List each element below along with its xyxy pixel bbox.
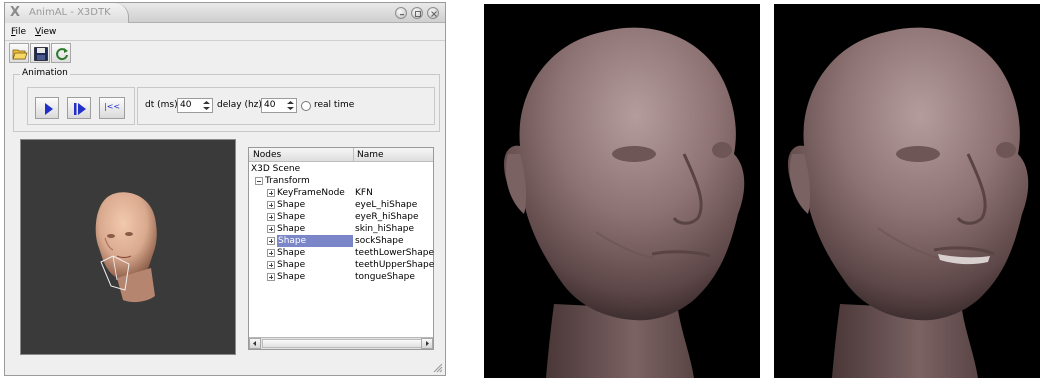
tree-node-name: KFN [355, 188, 373, 198]
tree-row[interactable]: Shape skin_hiShape [249, 223, 433, 235]
expand-icon[interactable] [267, 273, 275, 281]
arrow-left-icon [253, 341, 256, 346]
x-logo-icon: X [10, 5, 21, 20]
title-tab: X AnimAL - X3DTK [5, 3, 129, 23]
expand-icon[interactable] [267, 249, 275, 257]
delay-label: delay (hz) [217, 100, 262, 110]
tree-node-name: sockShape [355, 236, 404, 246]
reload-button[interactable] [51, 43, 71, 63]
save-disk-icon [34, 47, 48, 61]
collapse-icon[interactable] [255, 177, 263, 185]
column-divider[interactable] [353, 148, 354, 162]
expand-icon[interactable] [267, 189, 275, 197]
menu-file[interactable]: File [11, 27, 26, 37]
tree-row-root[interactable]: X3D Scene [249, 163, 433, 175]
tree-row[interactable]: Shape teethUpperShape [249, 259, 435, 271]
head-render-expression [788, 27, 1029, 378]
tree-row[interactable]: Shape eyeR_hiShape [249, 211, 433, 223]
reload-icon [56, 48, 68, 61]
step-button[interactable] [67, 97, 91, 119]
realtime-label: real time [314, 100, 355, 110]
tree-node-name: eyeR_hiShape [355, 212, 419, 222]
expand-icon[interactable] [267, 201, 275, 209]
tree-row-selected[interactable]: Shape sockShape [249, 235, 433, 247]
expand-icon[interactable] [267, 261, 275, 269]
scene-tree[interactable]: Nodes Name X3D Scene Transform KeyFrameN… [248, 147, 434, 350]
minimize-button[interactable] [395, 7, 407, 19]
app-window: X AnimAL - X3DTK File View Animation |<<… [4, 2, 446, 376]
tree-node-name: eyeL_hiShape [355, 200, 418, 210]
column-nodes[interactable]: Nodes [253, 150, 281, 160]
open-button[interactable] [9, 43, 29, 63]
animation-group-title: Animation [20, 68, 70, 78]
head-render-neutral [504, 27, 745, 378]
tree-node-name: skin_hiShape [355, 224, 414, 234]
minimize-icon [400, 14, 404, 16]
close-icon [431, 11, 437, 17]
maximize-icon [415, 11, 421, 17]
expand-icon[interactable] [267, 225, 275, 233]
scroll-left-button[interactable] [249, 338, 261, 349]
arrow-right-icon [426, 341, 429, 346]
horizontal-scrollbar[interactable] [249, 337, 433, 349]
tree-node-label: Shape [277, 224, 306, 234]
menu-view[interactable]: View [35, 27, 56, 37]
dt-value: 40 [180, 100, 192, 110]
dt-label: dt (ms) [145, 100, 178, 110]
tree-node-name: teethUpperShape [355, 260, 435, 270]
menu-bar: File View [5, 24, 445, 41]
reset-button[interactable]: |<< [99, 97, 125, 119]
open-folder-icon [12, 49, 28, 60]
tree-node-label: Transform [265, 176, 310, 186]
tree-node-label: Shape [277, 260, 306, 270]
tree-row[interactable]: Shape teethLowerShape [249, 247, 434, 259]
tree-node-name: tongueShape [355, 272, 415, 282]
delay-value: 40 [264, 100, 276, 110]
render-panel-neutral [484, 4, 760, 378]
spin-arrows-icon[interactable] [202, 100, 211, 111]
realtime-radio[interactable] [301, 101, 311, 111]
play-icon [45, 103, 53, 115]
delay-spinbox[interactable]: 40 [261, 98, 297, 113]
title-bar[interactable]: X AnimAL - X3DTK [5, 3, 445, 23]
tree-node-label: Shape [277, 248, 306, 258]
tree-node-label: X3D Scene [251, 164, 301, 174]
render-panel-expression [774, 4, 1040, 378]
tree-node-label: Shape [277, 235, 353, 247]
tree-node-label: Shape [277, 272, 306, 282]
tree-row[interactable]: Shape eyeL_hiShape [249, 199, 433, 211]
tree-header: Nodes Name [249, 148, 433, 162]
column-name[interactable]: Name [357, 150, 384, 160]
tree-row[interactable]: KeyFrameNode KFN [249, 187, 433, 199]
scrollbar-thumb[interactable] [262, 339, 426, 348]
tree-row-transform[interactable]: Transform [249, 175, 433, 187]
tree-row[interactable]: Shape tongueShape [249, 271, 433, 283]
step-forward-icon [74, 103, 86, 115]
dt-spinbox[interactable]: 40 [177, 98, 213, 113]
maximize-button[interactable] [411, 7, 423, 19]
tree-node-label: Shape [277, 200, 306, 210]
3d-viewport[interactable] [20, 139, 236, 355]
scroll-right-button[interactable] [421, 338, 433, 349]
window-title: AnimAL - X3DTK [29, 7, 111, 18]
play-button[interactable] [35, 97, 59, 119]
resize-grip-icon[interactable] [433, 363, 443, 373]
toolbar [9, 43, 89, 63]
tree-node-label: KeyFrameNode [277, 188, 345, 198]
close-button[interactable] [427, 7, 439, 19]
rewind-icon: |<< [104, 102, 121, 111]
tree-node-name: teethLowerShape [355, 248, 434, 258]
spin-arrows-icon[interactable] [286, 100, 295, 111]
expand-icon[interactable] [267, 213, 275, 221]
head-model-preview [95, 192, 157, 303]
expand-icon[interactable] [267, 237, 275, 245]
tree-node-label: Shape [277, 212, 306, 222]
save-button[interactable] [30, 43, 50, 63]
